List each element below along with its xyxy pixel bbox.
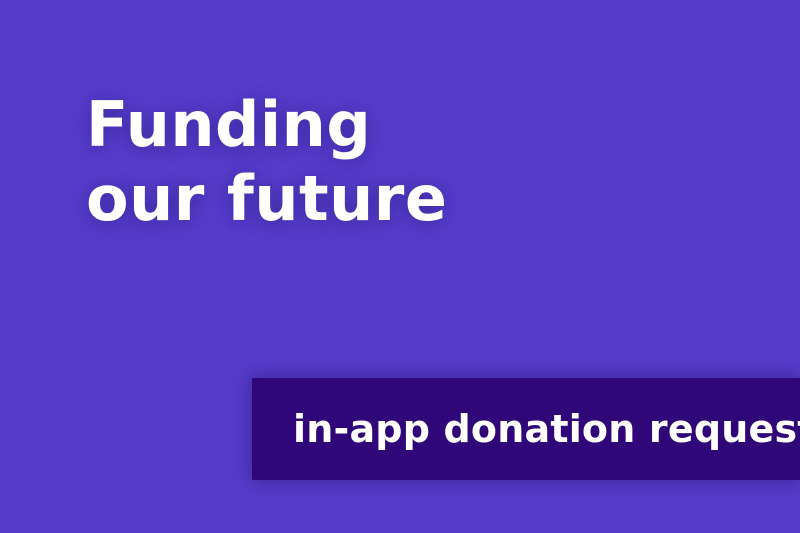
headline: Funding our future	[86, 88, 447, 236]
tagline-banner: in-app donation request	[252, 378, 800, 480]
headline-line-2: our future	[86, 162, 448, 235]
tagline-text: in-app donation request	[293, 407, 800, 451]
headline-line-1: Funding	[86, 88, 372, 161]
banner-canvas: Funding our future in-app donation reque…	[0, 0, 800, 533]
